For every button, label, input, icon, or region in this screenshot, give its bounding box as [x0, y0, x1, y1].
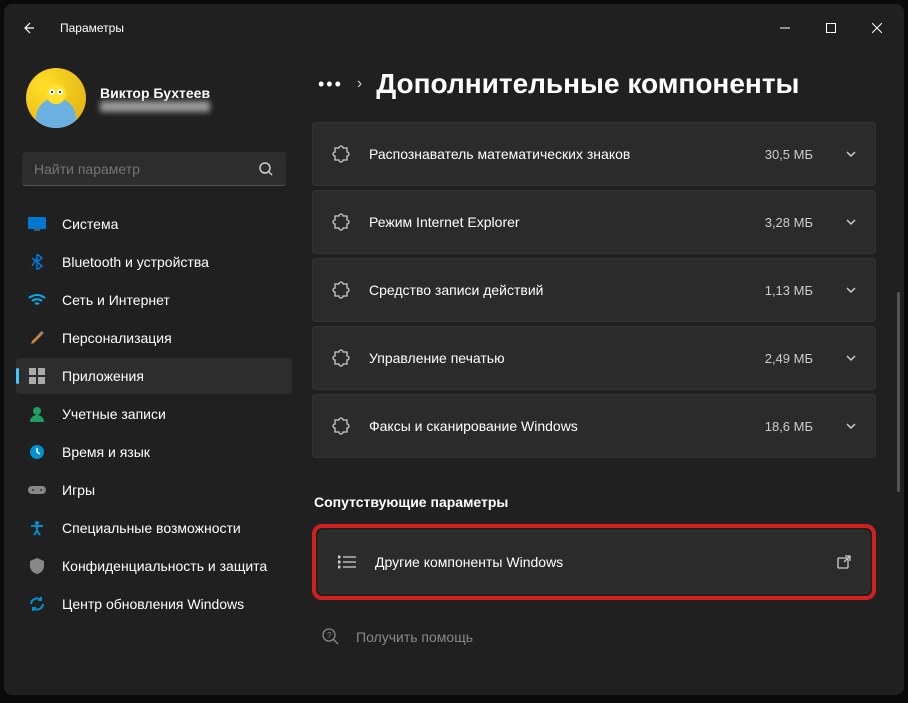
sidebar-item-time[interactable]: Время и язык [16, 434, 292, 470]
nav-label: Система [62, 216, 118, 232]
nav-label: Персонализация [62, 330, 172, 346]
avatar [26, 68, 86, 128]
breadcrumb: ••• › Дополнительные компоненты [312, 68, 876, 100]
sidebar-item-apps[interactable]: Приложения [16, 358, 292, 394]
nav-list: Система Bluetooth и устройства Сеть и Ин… [16, 206, 292, 622]
sidebar-item-accessibility[interactable]: Специальные возможности [16, 510, 292, 546]
minimize-button[interactable] [762, 12, 808, 44]
sidebar-item-bluetooth[interactable]: Bluetooth и устройства [16, 244, 292, 280]
related-section-title: Сопутствующие параметры [312, 494, 876, 510]
sidebar-item-update[interactable]: Центр обновления Windows [16, 586, 292, 622]
component-item[interactable]: Управление печатью 2,49 МБ [312, 326, 876, 390]
open-external-icon [837, 555, 851, 569]
close-button[interactable] [854, 12, 900, 44]
wifi-icon [28, 291, 46, 309]
nav-label: Bluetooth и устройства [62, 254, 209, 270]
highlighted-area: Другие компоненты Windows [312, 524, 876, 600]
component-label: Средство записи действий [369, 282, 747, 298]
puzzle-icon [331, 417, 351, 435]
component-item[interactable]: Средство записи действий 1,13 МБ [312, 258, 876, 322]
close-icon [872, 23, 882, 33]
system-icon [28, 215, 46, 233]
sidebar-item-network[interactable]: Сеть и Интернет [16, 282, 292, 318]
main-content: ••• › Дополнительные компоненты Распозна… [304, 52, 904, 695]
chevron-down-icon [845, 148, 857, 160]
sidebar-item-accounts[interactable]: Учетные записи [16, 396, 292, 432]
chevron-down-icon [845, 420, 857, 432]
component-label: Распознаватель математических знаков [369, 146, 747, 162]
titlebar: Параметры [4, 4, 904, 52]
minimize-icon [780, 23, 790, 33]
puzzle-icon [331, 145, 351, 163]
breadcrumb-ellipsis[interactable]: ••• [318, 74, 343, 95]
components-list: Распознаватель математических знаков 30,… [312, 122, 876, 458]
component-item[interactable]: Факсы и сканирование Windows 18,6 МБ [312, 394, 876, 458]
nav-label: Сеть и Интернет [62, 292, 170, 308]
search-icon [258, 161, 274, 177]
related-item-label: Другие компоненты Windows [375, 554, 819, 570]
window-controls [762, 12, 900, 44]
nav-label: Игры [62, 482, 95, 498]
component-size: 30,5 МБ [765, 147, 813, 162]
sidebar-item-games[interactable]: Игры [16, 472, 292, 508]
brush-icon [28, 329, 46, 347]
chevron-down-icon [845, 216, 857, 228]
sidebar-item-system[interactable]: Система [16, 206, 292, 242]
get-help-link[interactable]: ? Получить помощь [312, 628, 876, 646]
accessibility-icon [28, 519, 46, 537]
nav-label: Конфиденциальность и защита [62, 558, 267, 574]
scrollbar[interactable] [897, 292, 900, 492]
component-item[interactable]: Режим Internet Explorer 3,28 МБ [312, 190, 876, 254]
component-size: 1,13 МБ [765, 283, 813, 298]
settings-window: Параметры Виктор Бухтеев С [4, 4, 904, 695]
window-title: Параметры [60, 21, 124, 35]
apps-icon [28, 367, 46, 385]
nav-label: Время и язык [62, 444, 150, 460]
sidebar: Виктор Бухтеев Система Bluetooth и устро… [4, 52, 304, 695]
component-size: 2,49 МБ [765, 351, 813, 366]
profile-email [100, 101, 210, 112]
list-icon [337, 554, 357, 570]
component-item[interactable]: Распознаватель математических знаков 30,… [312, 122, 876, 186]
component-size: 18,6 МБ [765, 419, 813, 434]
profile-name: Виктор Бухтеев [100, 85, 210, 101]
games-icon [28, 481, 46, 499]
chevron-down-icon [845, 284, 857, 296]
search-box[interactable] [22, 152, 286, 186]
nav-label: Специальные возможности [62, 520, 241, 536]
account-icon [28, 405, 46, 423]
puzzle-icon [331, 349, 351, 367]
back-button[interactable] [8, 8, 48, 48]
clock-icon [28, 443, 46, 461]
sidebar-item-privacy[interactable]: Конфиденциальность и защита [16, 548, 292, 584]
bluetooth-icon [28, 253, 46, 271]
arrow-left-icon [20, 20, 36, 36]
puzzle-icon [331, 213, 351, 231]
search-input[interactable] [34, 161, 258, 177]
svg-text:?: ? [327, 631, 332, 640]
component-label: Режим Internet Explorer [369, 214, 747, 230]
maximize-button[interactable] [808, 12, 854, 44]
update-icon [28, 595, 46, 613]
nav-label: Приложения [62, 368, 144, 384]
chevron-down-icon [845, 352, 857, 364]
puzzle-icon [331, 281, 351, 299]
more-windows-features-link[interactable]: Другие компоненты Windows [318, 530, 870, 594]
nav-label: Учетные записи [62, 406, 166, 422]
nav-label: Центр обновления Windows [62, 596, 244, 612]
sidebar-item-personalization[interactable]: Персонализация [16, 320, 292, 356]
page-title: Дополнительные компоненты [376, 68, 799, 100]
help-label: Получить помощь [356, 629, 473, 645]
profile-section[interactable]: Виктор Бухтеев [16, 52, 292, 148]
component-size: 3,28 МБ [765, 215, 813, 230]
help-icon: ? [322, 628, 340, 646]
chevron-right-icon: › [357, 75, 362, 93]
maximize-icon [826, 23, 836, 33]
component-label: Управление печатью [369, 350, 747, 366]
component-label: Факсы и сканирование Windows [369, 418, 747, 434]
profile-info: Виктор Бухтеев [100, 85, 210, 112]
shield-icon [28, 557, 46, 575]
